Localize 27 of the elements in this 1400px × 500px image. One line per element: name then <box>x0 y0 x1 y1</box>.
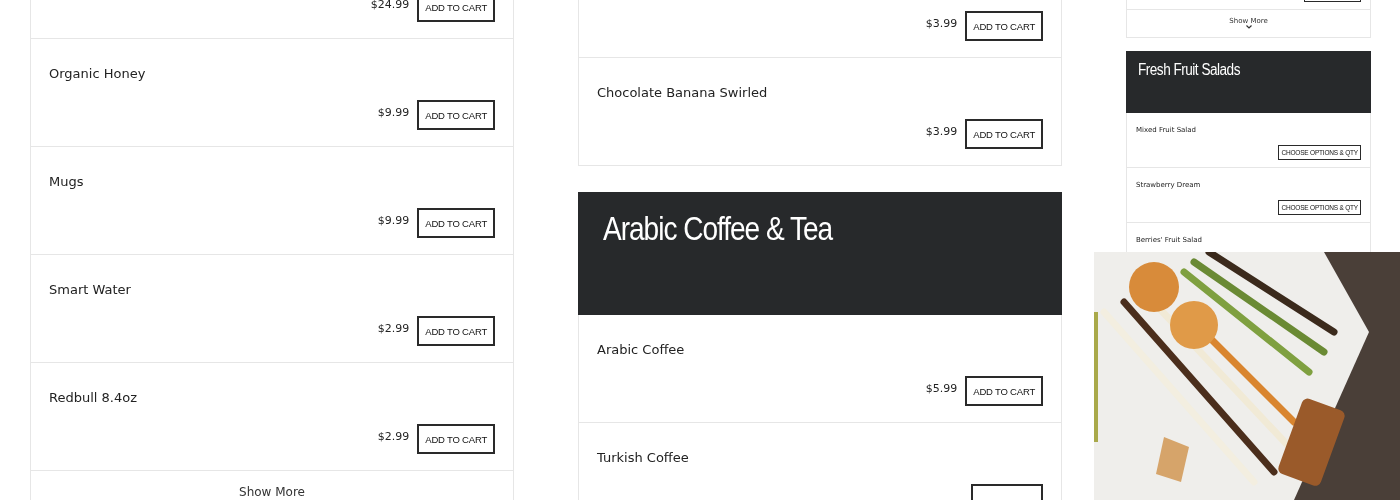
add-to-cart-button[interactable]: ADD TO CART <box>417 0 495 22</box>
add-to-cart-button[interactable]: ADD TO CART <box>417 316 495 346</box>
item-name: Mugs <box>49 173 84 191</box>
chevron-down-icon <box>1245 25 1252 29</box>
add-to-cart-button[interactable]: ADD TO CART <box>965 376 1043 406</box>
item-name: Organic Honey <box>49 65 146 83</box>
item-name: Turkish Coffee <box>597 449 689 467</box>
add-to-cart-button[interactable]: ADD TO CART <box>417 208 495 238</box>
item-price: $3.99 <box>925 16 958 30</box>
add-to-cart-button[interactable]: ADD TO CART <box>965 119 1043 149</box>
category-title: Arabic Coffee & Tea <box>603 210 834 248</box>
item-price: $3.99 <box>925 124 958 138</box>
category-title: Fresh Fruit Salads <box>1138 61 1241 79</box>
item-name: Arabic Coffee <box>597 341 685 359</box>
item-price: $2.99 <box>377 429 410 443</box>
item-name: Smart Water <box>49 281 131 299</box>
item-price: $24.99 <box>370 0 410 11</box>
item-price: $9.99 <box>377 213 410 227</box>
add-to-cart-button[interactable]: ADD TO CART <box>417 424 495 454</box>
item-price: $9.99 <box>377 105 410 119</box>
show-more-button[interactable]: Show More <box>30 471 514 500</box>
item-price: $5.99 <box>925 381 958 395</box>
item-name: Redbull 8.4oz <box>49 389 137 407</box>
item-price: $2.99 <box>377 321 410 335</box>
add-to-cart-button[interactable]: ADD TO CART <box>417 100 495 130</box>
item-name: Chocolate Banana Swirled <box>597 84 768 102</box>
add-to-cart-button[interactable]: ADD TO CART <box>965 11 1043 41</box>
